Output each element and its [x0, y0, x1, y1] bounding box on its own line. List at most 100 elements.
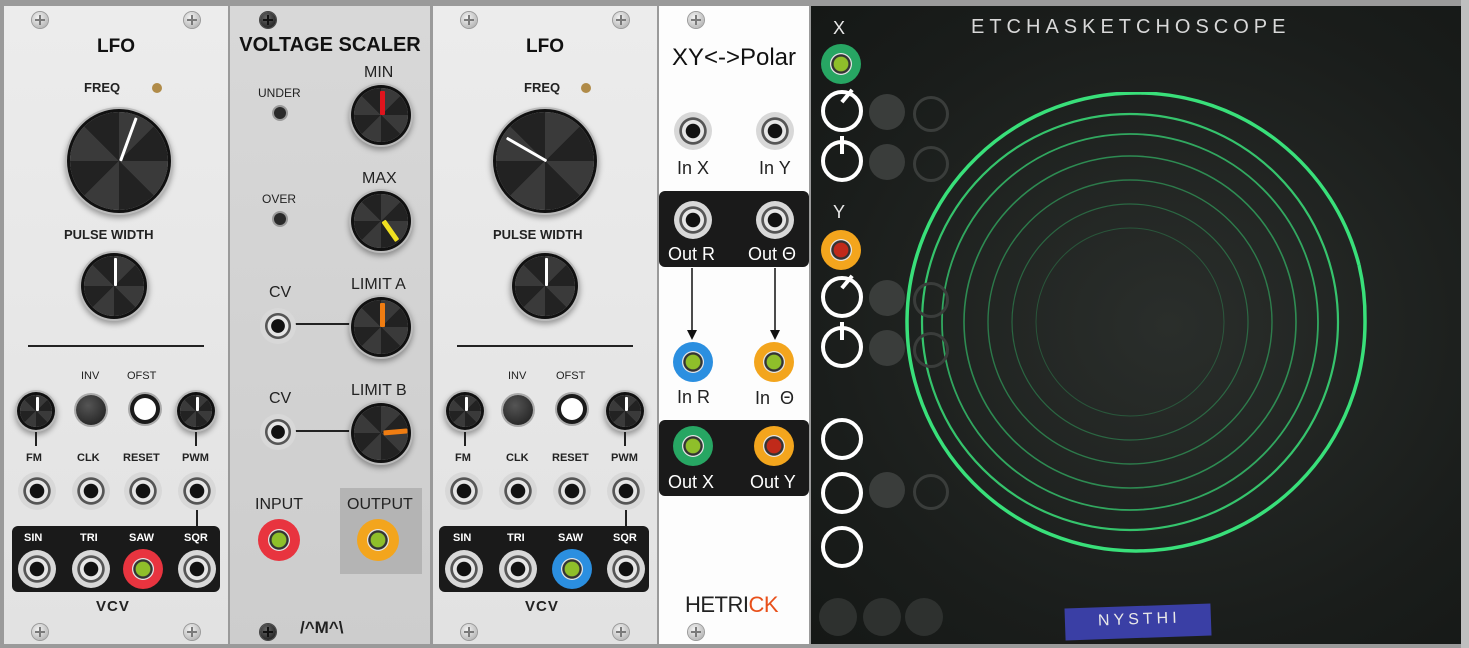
clk-label: CLK	[506, 452, 529, 464]
rack-edge	[1461, 0, 1469, 648]
sqr-output-jack[interactable]	[178, 550, 216, 588]
divider	[28, 345, 204, 347]
y-scale-knob[interactable]	[821, 276, 863, 318]
trace-knob-2[interactable]	[821, 472, 863, 514]
signal-arrows	[687, 268, 780, 340]
reset-input-jack[interactable]	[124, 472, 162, 510]
hetrick-logo: HETRICK	[685, 592, 779, 618]
tri-output-jack[interactable]	[499, 550, 537, 588]
x-scale-knob[interactable]	[821, 90, 863, 132]
cv-b-input-jack[interactable]	[260, 414, 296, 450]
saw-output-blue-plug[interactable]	[552, 549, 592, 589]
in-y-jack[interactable]	[756, 112, 794, 150]
fm-input-jack[interactable]	[445, 472, 483, 510]
in-x-jack[interactable]	[674, 112, 712, 150]
y-label: Y	[833, 202, 846, 222]
nysthi-logo: NYSTHI	[1097, 609, 1181, 630]
x-input-green-plug[interactable]	[821, 44, 861, 84]
screw-icon	[461, 624, 477, 640]
fm-attenuator-knob[interactable]	[20, 395, 52, 427]
freq-led	[581, 83, 591, 93]
pulse-width-knob[interactable]	[515, 256, 575, 316]
dim-knob	[869, 94, 905, 130]
out-x-green-plug[interactable]	[673, 426, 713, 466]
max-label: MAX	[362, 170, 397, 187]
under-label: UNDER	[258, 86, 301, 100]
inv-button[interactable]	[503, 395, 533, 425]
screw-icon	[613, 624, 629, 640]
tri-output-jack[interactable]	[72, 550, 110, 588]
module-title: VOLTAGE SCALER	[239, 34, 421, 56]
fm-label: FM	[26, 452, 42, 464]
over-label: OVER	[262, 192, 297, 206]
ofst-label: OFST	[556, 370, 586, 382]
output-orange-plug[interactable]	[357, 519, 399, 561]
out-theta-jack[interactable]	[756, 201, 794, 239]
out-x-label: Out X	[668, 472, 715, 492]
clk-input-jack[interactable]	[72, 472, 110, 510]
cv-a-input-jack[interactable]	[260, 308, 296, 344]
dim-knob	[869, 280, 905, 316]
inv-label: INV	[508, 370, 527, 382]
divider	[457, 345, 633, 347]
pwm-input-jack[interactable]	[178, 472, 216, 510]
sin-label: SIN	[24, 532, 43, 544]
pwm-attenuator-knob[interactable]	[609, 395, 641, 427]
min-label: MIN	[364, 64, 394, 81]
cv-a-label: CV	[269, 284, 292, 301]
hetrick-logo-b: CK	[748, 592, 779, 617]
scope-display	[905, 92, 1367, 553]
ofst-button[interactable]	[561, 398, 583, 420]
limit-b-label: LIMIT B	[351, 382, 407, 399]
freq-label: FREQ	[84, 80, 121, 95]
x-label: X	[833, 18, 846, 38]
y-input-orange-plug[interactable]	[821, 230, 861, 270]
limit-a-label: LIMIT A	[351, 276, 406, 293]
saw-output-red-plug[interactable]	[123, 549, 163, 589]
input-red-plug[interactable]	[258, 519, 300, 561]
fm-attenuator-knob[interactable]	[449, 395, 481, 427]
screw-icon	[32, 12, 48, 28]
min-knob[interactable]	[354, 88, 408, 142]
max-knob[interactable]	[354, 194, 408, 248]
dim-knob	[913, 96, 949, 132]
screw-icon	[688, 624, 704, 640]
dim-knob	[913, 474, 949, 510]
pwm-input-jack[interactable]	[607, 472, 645, 510]
dim-jack	[863, 598, 901, 636]
screw-icon	[688, 12, 704, 28]
pwm-attenuator-knob[interactable]	[180, 395, 212, 427]
trace-knob-3[interactable]	[821, 526, 863, 568]
out-y-orange-plug[interactable]	[754, 426, 794, 466]
in-theta-orange-plug[interactable]	[754, 342, 794, 382]
in-x-label: In X	[677, 158, 710, 178]
pwm-label: PWM	[182, 452, 209, 464]
pulse-width-knob[interactable]	[84, 256, 144, 316]
sin-output-jack[interactable]	[18, 550, 56, 588]
reset-label: RESET	[552, 452, 589, 464]
in-r-blue-plug[interactable]	[673, 342, 713, 382]
dim-knob	[869, 144, 905, 180]
sin-output-jack[interactable]	[445, 550, 483, 588]
fm-input-jack[interactable]	[18, 472, 56, 510]
reset-input-jack[interactable]	[553, 472, 591, 510]
hetrick-logo-a: HETRI	[685, 592, 749, 617]
fm-connector-line	[35, 432, 37, 446]
ofst-button[interactable]	[134, 398, 156, 420]
limit-b-knob[interactable]	[354, 406, 408, 460]
under-led	[274, 107, 286, 119]
freq-knob[interactable]	[496, 112, 594, 210]
trace-knob-1[interactable]	[821, 418, 863, 460]
out-r-jack[interactable]	[674, 201, 712, 239]
sqr-output-jack[interactable]	[607, 550, 645, 588]
clk-input-jack[interactable]	[499, 472, 537, 510]
tri-label: TRI	[507, 532, 525, 544]
lfo-module-1: LFO FREQ PULSE WIDTH INV OFST FM CLK RES…	[4, 6, 228, 644]
inv-button[interactable]	[76, 395, 106, 425]
freq-knob[interactable]	[70, 112, 168, 210]
limit-a-knob[interactable]	[354, 300, 408, 354]
lfo-module-2: LFO FREQ PULSE WIDTH INV OFST FM CLK RES…	[433, 6, 657, 644]
sqr-label: SQR	[184, 532, 208, 544]
out-y-label: Out Y	[750, 472, 796, 492]
clk-label: CLK	[77, 452, 100, 464]
